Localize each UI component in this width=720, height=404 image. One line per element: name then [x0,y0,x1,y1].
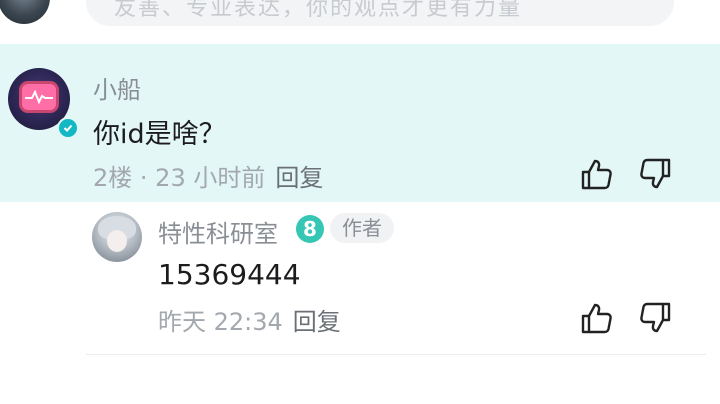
reply-text: 15369444 [158,258,301,291]
reply-like-button[interactable] [578,300,614,336]
thumbs-up-icon [581,159,612,190]
reply-time: 昨天 22:34 [158,308,283,336]
meta-separator: · [132,164,156,192]
comment-input-placeholder: 友善、专业表达，你的观点才更有力量 [114,0,523,21]
reply-dislike-button[interactable] [638,300,674,336]
avatar-face [107,230,127,252]
reply-avatar[interactable] [92,212,142,262]
comment-item-highlighted: 小船 你id是啥？ 2楼 · 23 小时前 回复 [0,44,720,202]
reply-username[interactable]: 特性科研室 [158,214,278,249]
reply-button[interactable]: 回复 [293,308,341,336]
thumbs-up-icon [581,303,612,334]
author-tag: 作者 [330,213,394,243]
comment-text: 你id是啥？ [93,119,226,150]
comment-input-row: 友善、专业表达，你的观点才更有力量 [0,0,720,44]
comment-thread: 友善、专业表达，你的观点才更有力量 小船 你id是啥？ 2楼 · 23 小时前回… [0,0,720,404]
level-badge: 8 [296,215,324,243]
comment-username[interactable]: 小船 [93,70,141,105]
divider [86,354,706,355]
avatar-screen [22,84,56,110]
thumbs-down-icon [640,302,671,333]
thumbs-down-icon [640,158,671,189]
comment-floor: 2楼 [93,164,133,192]
current-user-avatar [0,0,50,24]
verified-badge [57,117,79,139]
dislike-button[interactable] [638,156,674,192]
reply-button[interactable]: 回复 [275,164,323,192]
heartbeat-icon [25,90,53,104]
comment-input[interactable]: 友善、专业表达，你的观点才更有力量 [86,0,674,26]
comment-time: 23 小时前 [155,164,266,192]
check-badge-icon [63,124,73,132]
reply-meta: 昨天 22:34 回复 [158,302,341,337]
like-button[interactable] [578,156,614,192]
comment-meta: 2楼 · 23 小时前 回复 [93,158,323,193]
